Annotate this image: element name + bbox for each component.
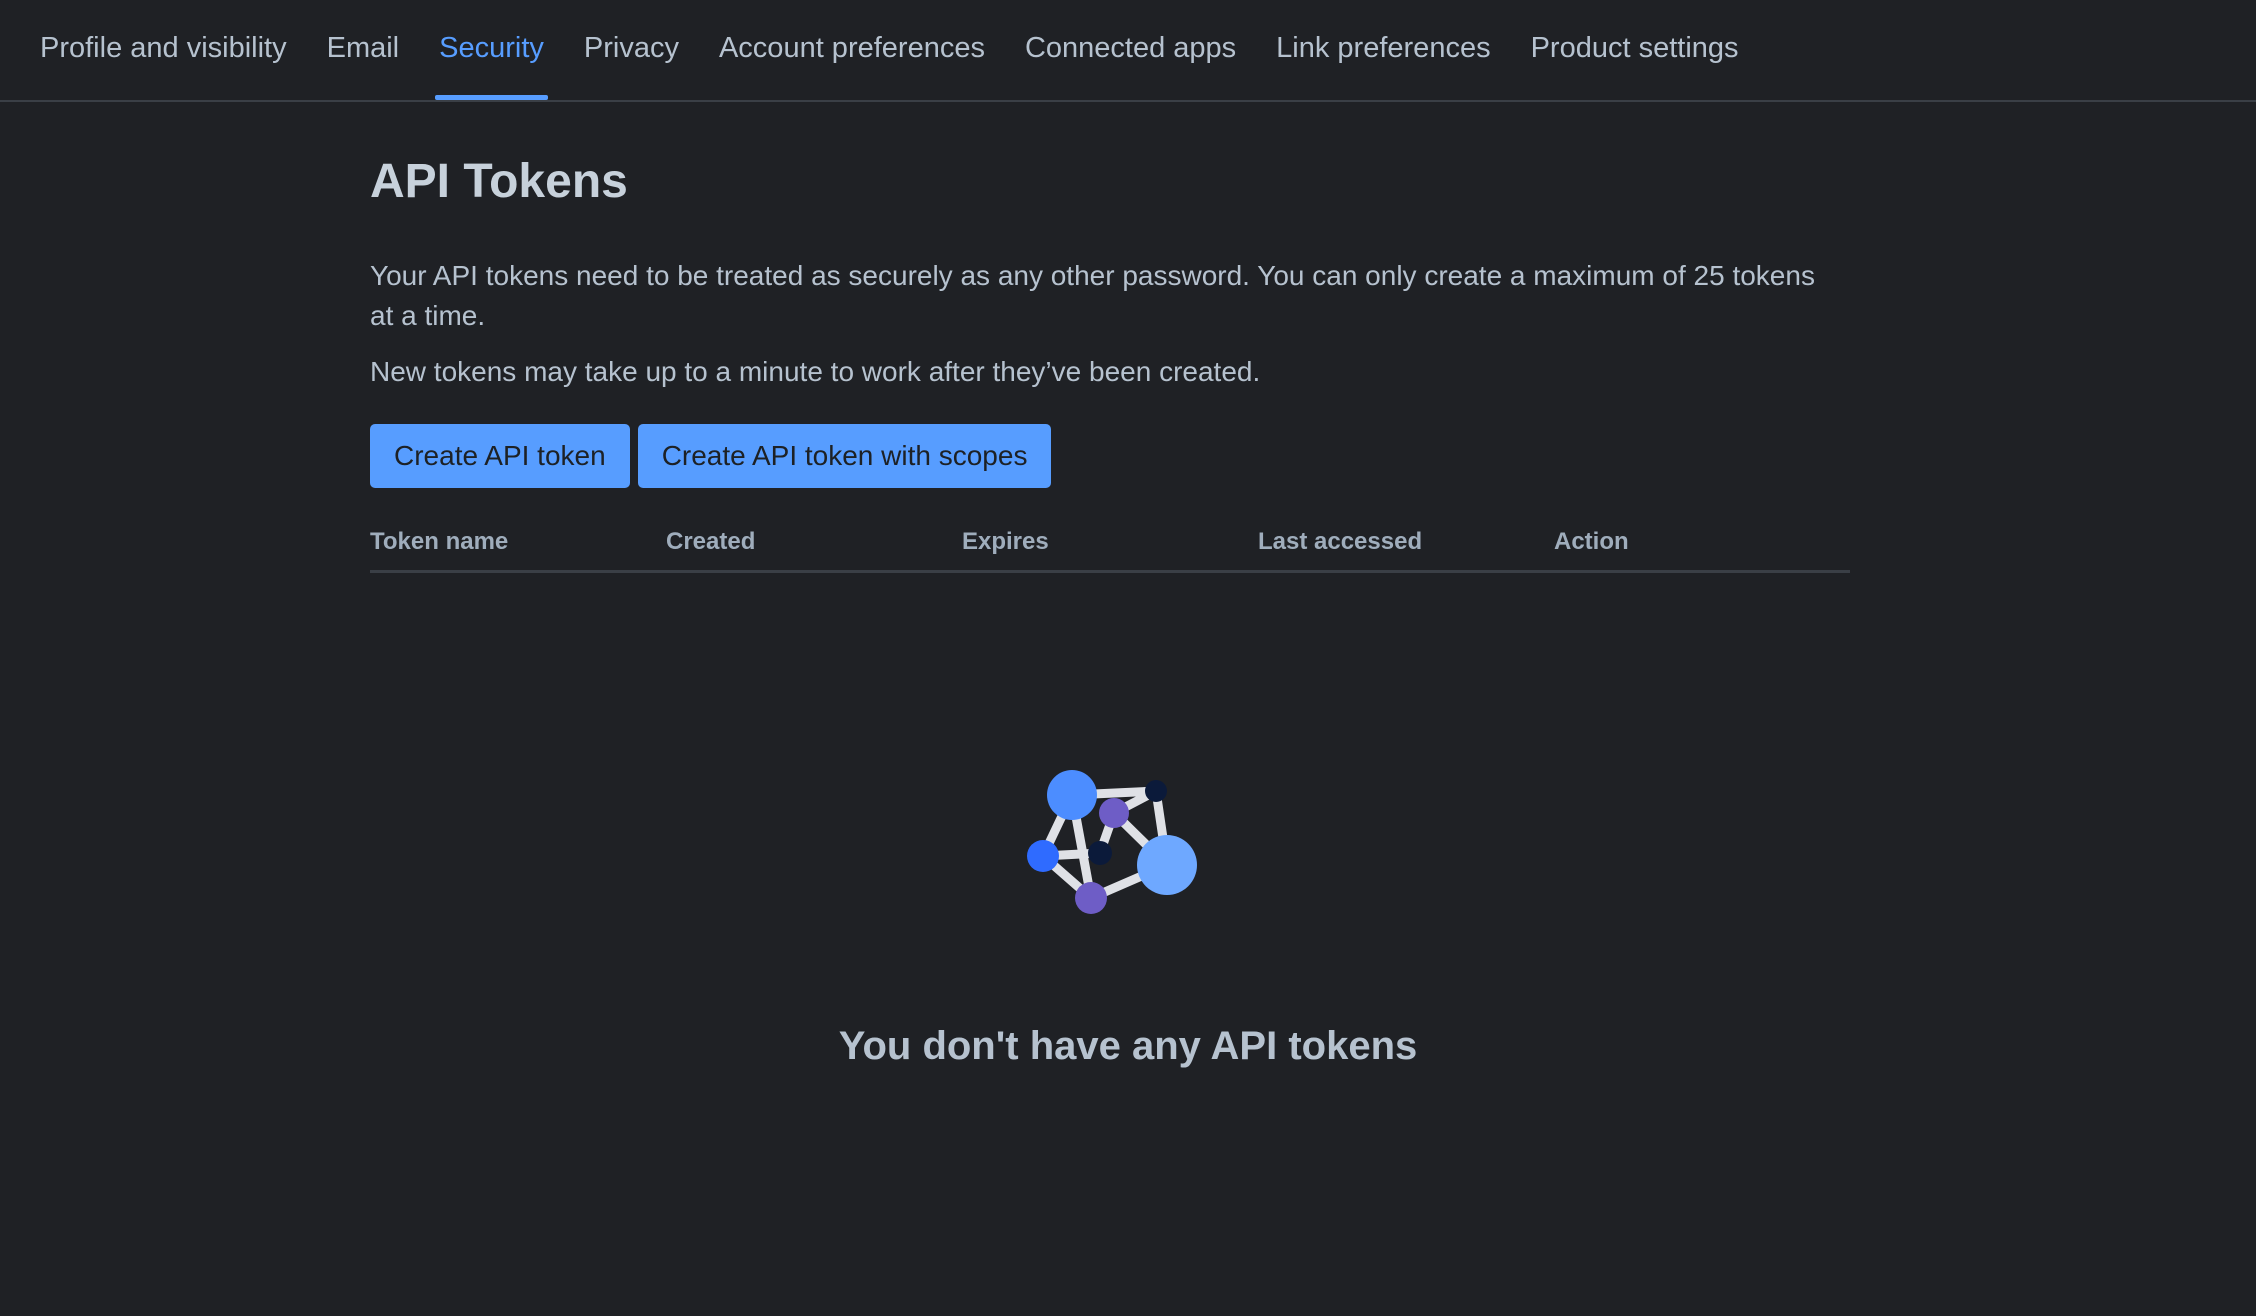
network-nodes-icon [1027, 770, 1197, 914]
settings-nav: Profile and visibility Email Security Pr… [0, 0, 2256, 102]
tab-link-preferences[interactable]: Link preferences [1272, 0, 1494, 96]
page-title: API Tokens [370, 155, 628, 208]
empty-state: You don't have any API tokens [0, 770, 2256, 1069]
tab-connected-apps[interactable]: Connected apps [1021, 0, 1240, 96]
create-api-token-button[interactable]: Create API token [370, 424, 630, 488]
tab-profile-and-visibility[interactable]: Profile and visibility [36, 0, 291, 96]
column-header-expires[interactable]: Expires [962, 526, 1258, 570]
column-header-created[interactable]: Created [666, 526, 962, 570]
tab-privacy[interactable]: Privacy [580, 0, 683, 96]
settings-tabs: Profile and visibility Email Security Pr… [36, 0, 1775, 102]
create-api-token-with-scopes-button[interactable]: Create API token with scopes [637, 424, 1052, 488]
tab-account-preferences[interactable]: Account preferences [715, 0, 989, 96]
tokens-table-header: Token name Created Expires Last accessed… [370, 526, 1850, 573]
column-header-last-accessed[interactable]: Last accessed [1258, 526, 1554, 570]
tab-product-settings[interactable]: Product settings [1527, 0, 1743, 96]
tab-email[interactable]: Email [323, 0, 404, 96]
page-note: New tokens may take up to a minute to wo… [370, 356, 1261, 387]
api-tokens-section: API Tokens Your API tokens need to be tr… [370, 102, 1850, 573]
page-description: Your API tokens need to be treated as se… [370, 260, 1815, 331]
column-header-action: Action [1554, 528, 1629, 555]
tab-security[interactable]: Security [435, 0, 548, 100]
action-buttons: Create API token Create API token with s… [370, 424, 1850, 488]
column-header-token-name[interactable]: Token name [370, 526, 666, 570]
empty-state-message: You don't have any API tokens [838, 1024, 1418, 1068]
